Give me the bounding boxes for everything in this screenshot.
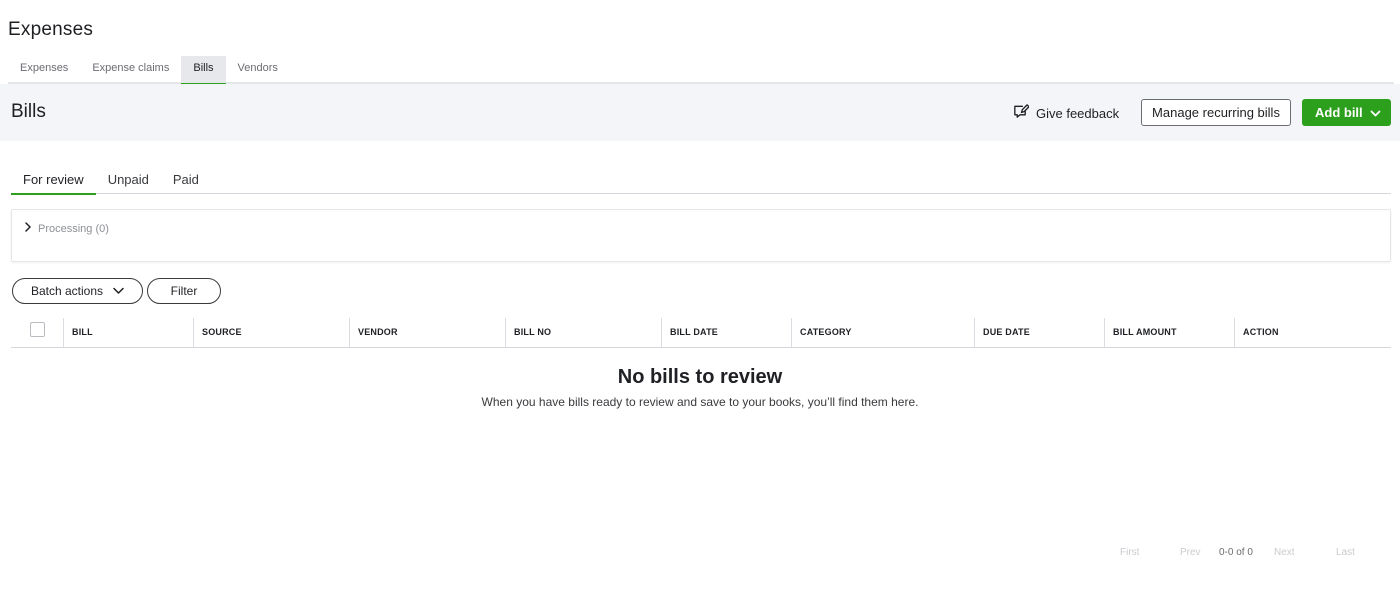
pagination-next[interactable]: Next xyxy=(1274,547,1295,558)
add-bill-button[interactable]: Add bill xyxy=(1302,99,1391,126)
tab-paid[interactable]: Paid xyxy=(161,166,211,194)
processing-panel: Processing (0) xyxy=(11,209,1391,262)
chevron-right-icon xyxy=(24,222,32,235)
processing-toggle[interactable]: Processing (0) xyxy=(24,222,109,235)
column-vendor[interactable]: VENDOR xyxy=(349,318,505,347)
top-tabs: Expenses Expense claims Bills Vendors xyxy=(8,56,1394,86)
column-bill[interactable]: BILL xyxy=(63,318,193,347)
manage-recurring-bills-button[interactable]: Manage recurring bills xyxy=(1141,99,1291,126)
tab-for-review[interactable]: For review xyxy=(11,166,96,195)
bill-status-tabs: For review Unpaid Paid xyxy=(11,166,1391,195)
tab-expenses[interactable]: Expenses xyxy=(8,56,80,84)
tab-expense-claims[interactable]: Expense claims xyxy=(80,56,181,84)
tab-bills[interactable]: Bills xyxy=(181,56,226,86)
batch-actions-button[interactable]: Batch actions xyxy=(12,278,143,304)
column-source[interactable]: SOURCE xyxy=(193,318,349,347)
add-bill-label: Add bill xyxy=(1315,105,1363,120)
filter-button[interactable]: Filter xyxy=(147,278,221,304)
page-title: Expenses xyxy=(8,19,94,40)
give-feedback-button[interactable]: Give feedback xyxy=(1012,103,1119,123)
pagination-first[interactable]: First xyxy=(1120,547,1139,558)
column-bill-no[interactable]: BILL NO xyxy=(505,318,661,347)
select-all-checkbox[interactable] xyxy=(30,322,45,337)
give-feedback-label: Give feedback xyxy=(1036,105,1120,121)
pagination-range: 0-0 of 0 xyxy=(1219,547,1253,558)
column-bill-amount[interactable]: BILL AMOUNT xyxy=(1104,318,1234,347)
chevron-down-icon[interactable] xyxy=(1370,107,1381,118)
pagination-prev[interactable]: Prev xyxy=(1180,547,1201,558)
column-due-date[interactable]: DUE DATE xyxy=(974,318,1104,347)
bills-header: Bills Give feedback Manage recurring bil… xyxy=(0,84,1400,141)
processing-label: Processing (0) xyxy=(38,222,109,235)
bills-title: Bills xyxy=(11,101,46,122)
tab-vendors[interactable]: Vendors xyxy=(226,56,290,84)
batch-actions-label: Batch actions xyxy=(30,284,104,298)
bills-table-header: BILL SOURCE VENDOR BILL NO BILL DATE CAT… xyxy=(11,318,1391,348)
pagination-last[interactable]: Last xyxy=(1336,547,1355,558)
empty-state-title: No bills to review xyxy=(617,366,783,388)
empty-state-subtitle: When you have bills ready to review and … xyxy=(481,395,919,409)
column-category[interactable]: CATEGORY xyxy=(791,318,974,347)
feedback-icon xyxy=(1012,103,1030,123)
chevron-down-icon xyxy=(113,284,124,298)
column-action: ACTION xyxy=(1234,318,1391,347)
tab-unpaid[interactable]: Unpaid xyxy=(96,166,161,194)
column-bill-date[interactable]: BILL DATE xyxy=(661,318,791,347)
